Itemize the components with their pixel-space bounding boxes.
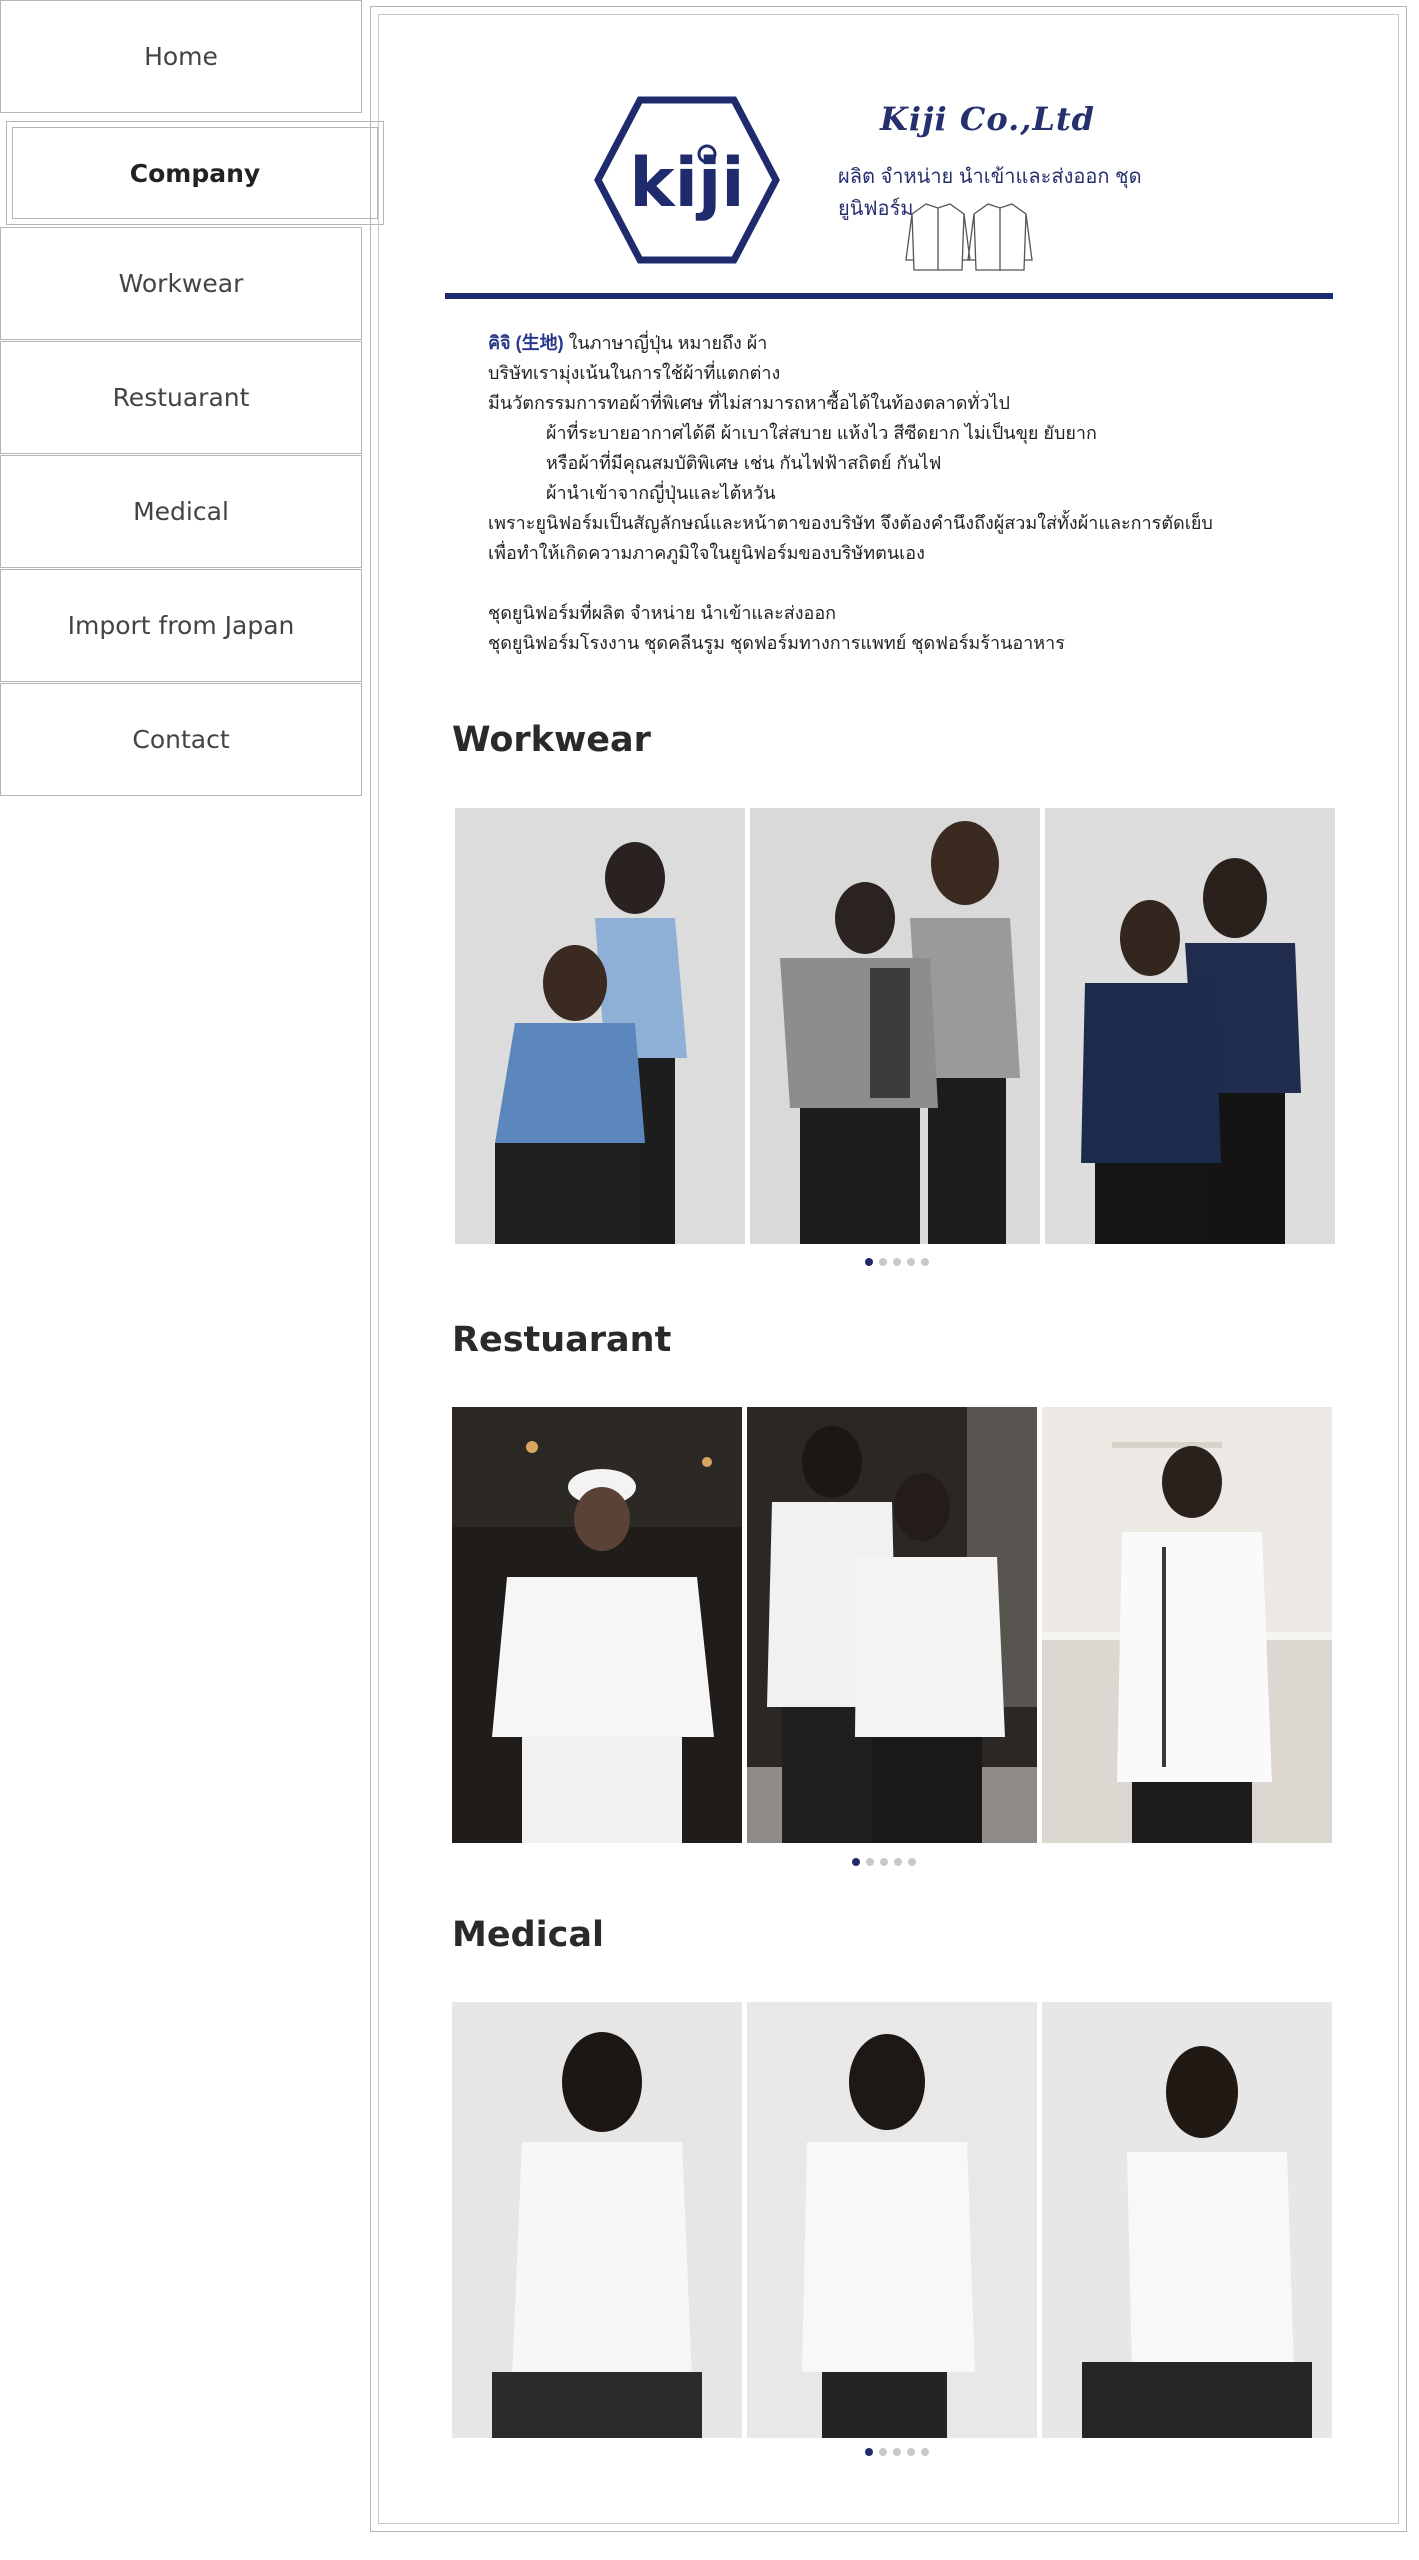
restaurant-photo-3[interactable] [1042, 1407, 1332, 1843]
workwear-gallery [455, 808, 1335, 1244]
carousel-dot[interactable] [907, 1258, 915, 1266]
carousel-dot[interactable] [880, 1858, 888, 1866]
carousel-dot[interactable] [866, 1858, 874, 1866]
workwear-photo-1[interactable] [455, 808, 745, 1244]
carousel-dot[interactable] [852, 1858, 860, 1866]
carousel-dot[interactable] [879, 1258, 887, 1266]
company-intro: คิจิ (生地) ในภาษาญี่ปุ่น หมายถึง ผ้า บริษ… [488, 328, 1213, 658]
restaurant-photo-2[interactable] [747, 1407, 1037, 1843]
carousel-dot[interactable] [865, 2448, 873, 2456]
carousel-dot[interactable] [893, 2448, 901, 2456]
restaurant-gallery [452, 1407, 1332, 1843]
kiji-logo: kiji [594, 96, 780, 264]
restaurant-photo-1[interactable] [452, 1407, 742, 1843]
nav-item-workwear[interactable]: Workwear [0, 227, 362, 340]
medical-carousel-dots [865, 2448, 929, 2456]
jacket-illustration [905, 203, 1033, 271]
intro-line: เพราะยูนิฟอร์มเป็นสัญลักษณ์และหน้าตาของบ… [488, 513, 1213, 533]
brand-name: Kiji Co.,Ltd [880, 100, 1096, 138]
nav-item-label: Workwear [118, 269, 244, 298]
carousel-dot[interactable] [907, 2448, 915, 2456]
nav-item-contact[interactable]: Contact [0, 683, 362, 796]
carousel-dot[interactable] [908, 1858, 916, 1866]
nav-item-label: Import from Japan [67, 611, 295, 640]
intro-line-text: ในภาษาญี่ปุ่น หมายถึง ผ้า [563, 333, 768, 353]
intro-line: บริษัทเรามุ่งเน้นในการใช้ผ้าที่แตกต่าง [488, 363, 781, 383]
nav-item-company[interactable]: Company [6, 121, 384, 225]
intro-line: หรือผ้าที่มีคุณสมบัติพิเศษ เช่น กันไฟฟ้า… [546, 453, 942, 473]
intro-line: คิจิ (生地) ในภาษาญี่ปุ่น หมายถึง ผ้า [488, 328, 1213, 358]
restaurant-carousel-dots [852, 1858, 916, 1866]
intro-line: มีนวัตกรรมการทอผ้าที่พิเศษ ที่ไม่สามารถห… [488, 393, 1010, 413]
section-title-restaurant: Restuarant [452, 1320, 672, 1360]
intro-line: เพื่อทำให้เกิดความภาคภูมิใจในยูนิฟอร์มขอ… [488, 543, 925, 563]
nav-item-label: Contact [132, 725, 230, 754]
carousel-dot[interactable] [893, 1258, 901, 1266]
intro-spacer [488, 568, 1213, 598]
medical-gallery [452, 2002, 1332, 2438]
carousel-dot[interactable] [865, 1258, 873, 1266]
carousel-dot[interactable] [921, 2448, 929, 2456]
medical-photo-1[interactable] [452, 2002, 742, 2438]
carousel-dot[interactable] [921, 1258, 929, 1266]
carousel-dot[interactable] [879, 2448, 887, 2456]
medical-photo-3[interactable] [1042, 2002, 1332, 2438]
intro-line: ชุดยูนิฟอร์มโรงงาน ชุดคลีนรูม ชุดฟอร์มทา… [488, 633, 1065, 653]
header-divider [445, 293, 1333, 299]
nav-item-medical[interactable]: Medical [0, 455, 362, 568]
medical-photo-2[interactable] [747, 2002, 1037, 2438]
workwear-photo-2[interactable] [750, 808, 1040, 1244]
nav-item-label: Medical [133, 497, 229, 526]
logo-wordmark: kiji [629, 144, 744, 223]
nav-item-label: Restuarant [112, 383, 250, 412]
nav-item-label: Company [129, 158, 261, 188]
kiji-term: คิจิ (生地) [488, 333, 564, 353]
intro-line: ชุดยูนิฟอร์มที่ผลิต จำหน่าย นำเข้าและส่ง… [488, 603, 837, 623]
intro-line: ผ้านำเข้าจากญี่ปุ่นและไต้หวัน [546, 483, 776, 503]
nav-item-restaurant[interactable]: Restuarant [0, 341, 362, 454]
section-title-medical: Medical [452, 1915, 604, 1955]
nav-item-label: Home [144, 42, 218, 71]
workwear-carousel-dots [865, 1258, 929, 1266]
workwear-photo-3[interactable] [1045, 808, 1335, 1244]
section-title-workwear: Workwear [452, 720, 651, 760]
nav-item-import-from-japan[interactable]: Import from Japan [0, 569, 362, 682]
carousel-dot[interactable] [894, 1858, 902, 1866]
nav-item-home[interactable]: Home [0, 0, 362, 113]
intro-line: ผ้าที่ระบายอากาศได้ดี ผ้าเบาใส่สบาย แห้ง… [546, 423, 1097, 443]
